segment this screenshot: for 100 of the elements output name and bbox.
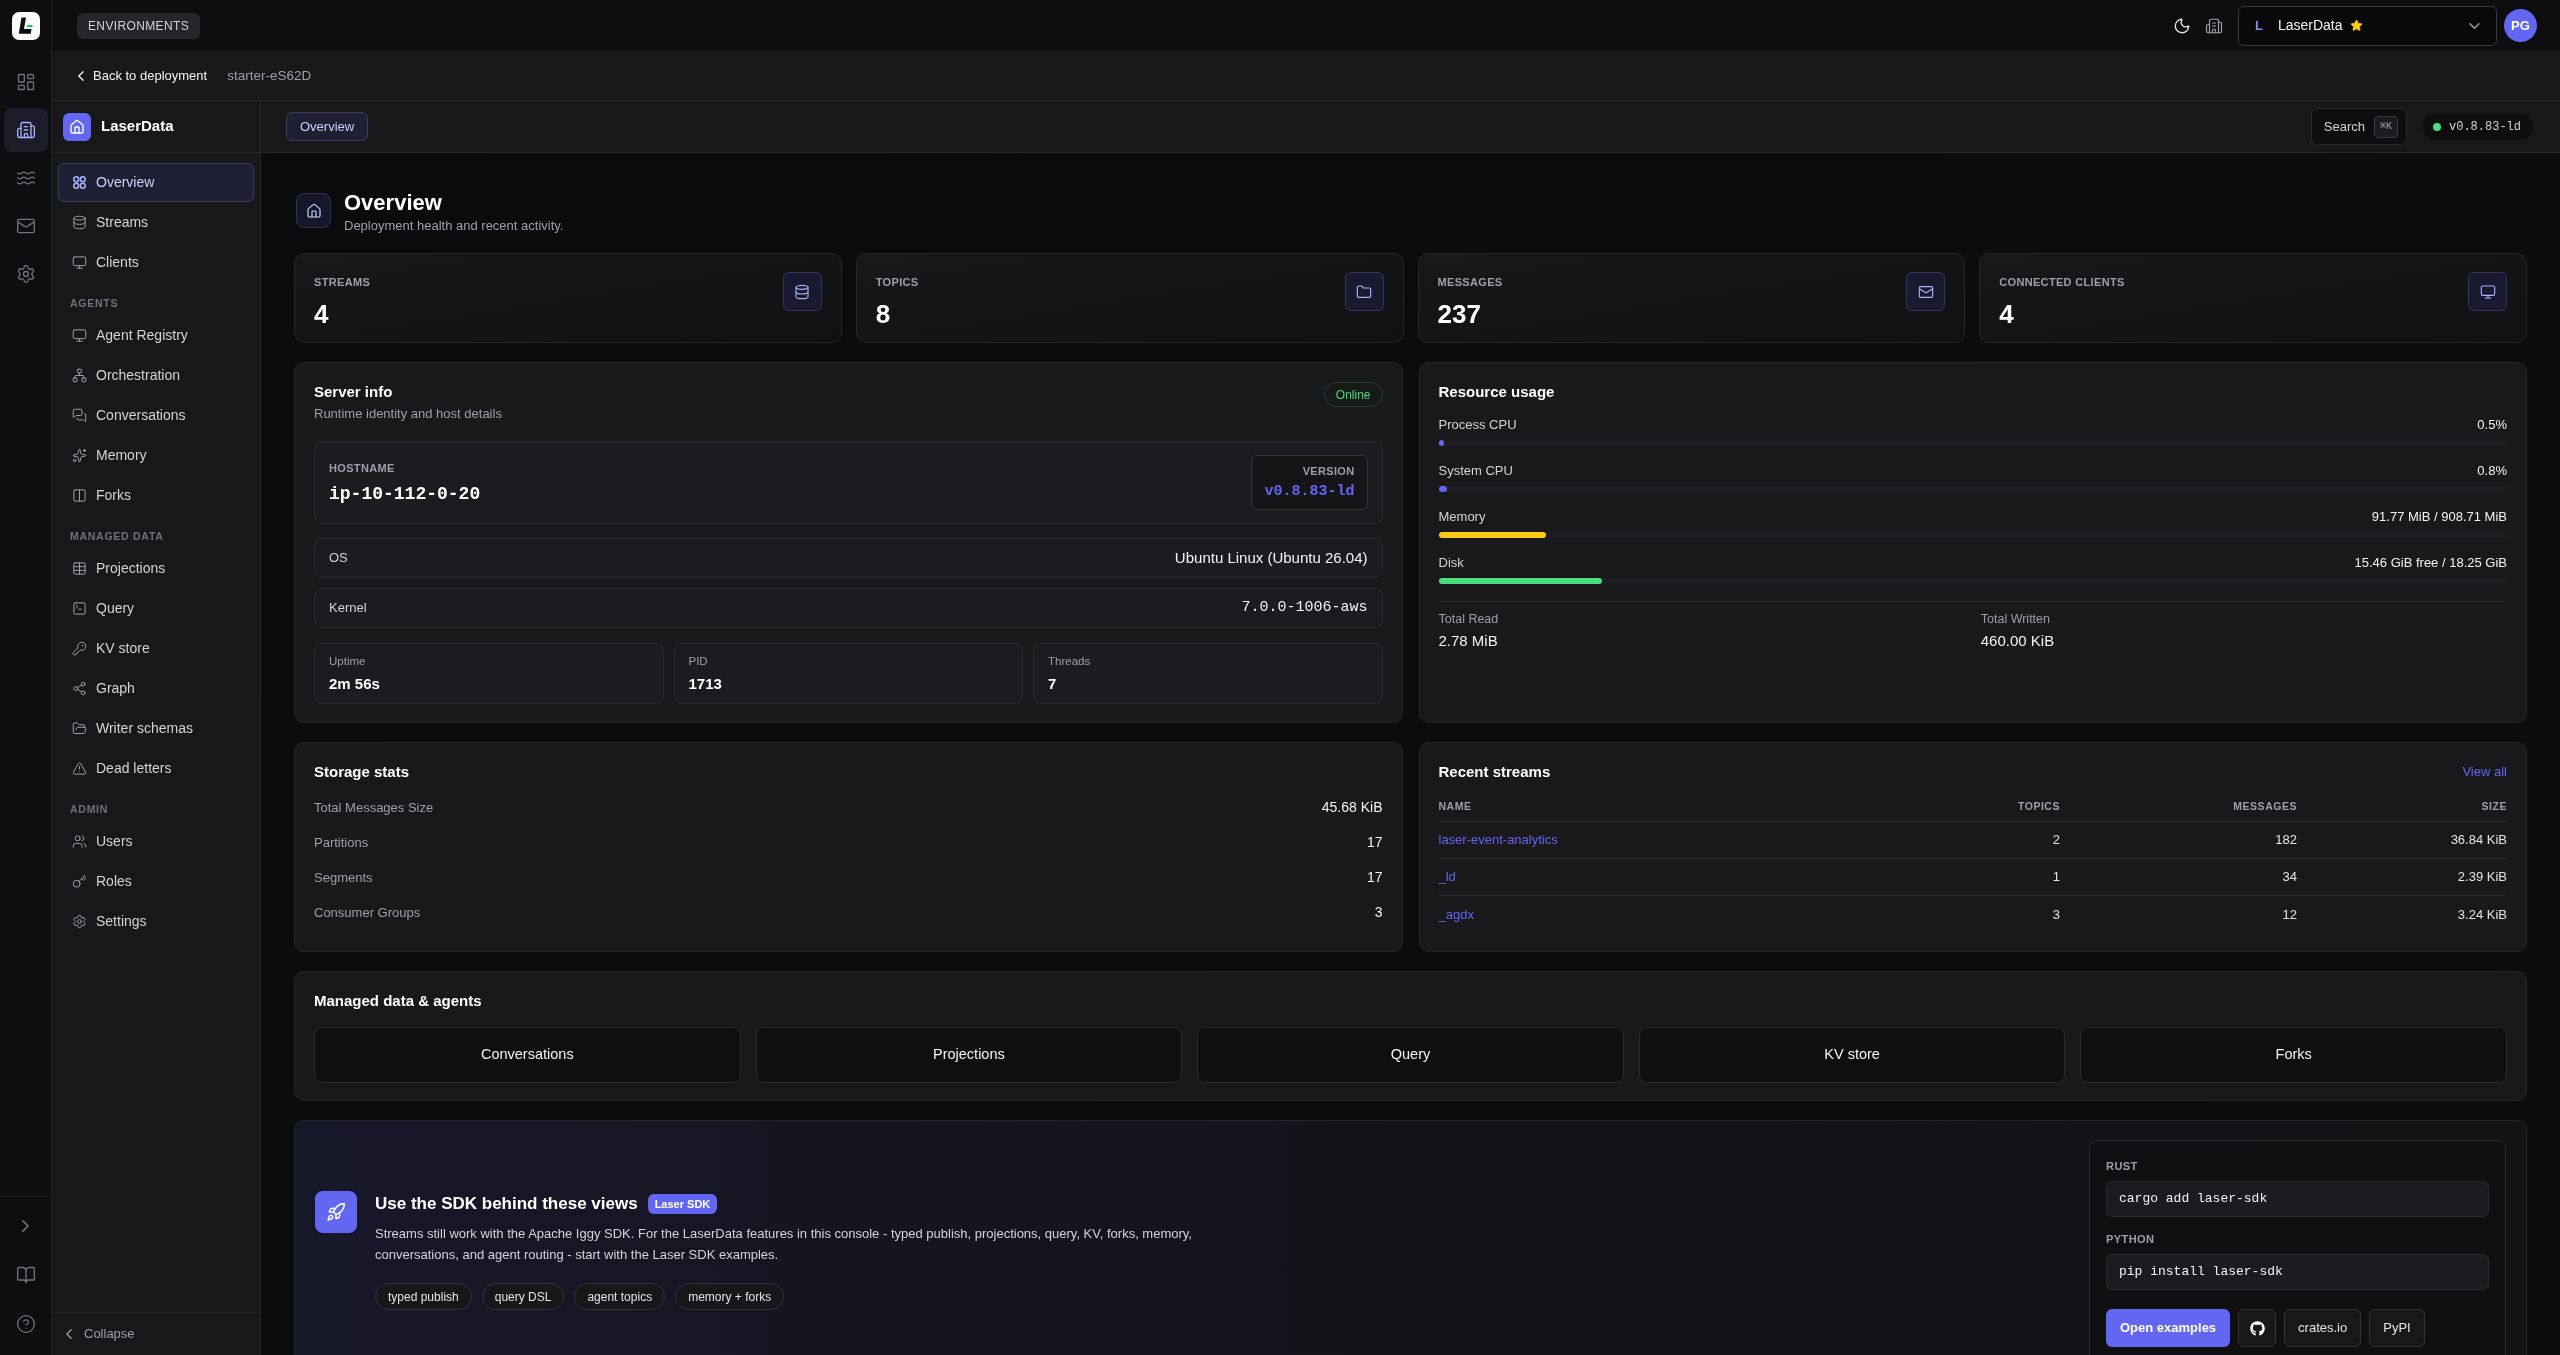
link-button[interactable]: PyPI (2369, 1309, 2425, 1347)
meter-label: Disk (1438, 554, 1464, 573)
stream-link[interactable]: _ld (1438, 867, 1456, 887)
total-value: 460.00 KiB (1980, 631, 2055, 651)
sidebar-item[interactable]: Overview (58, 163, 254, 202)
shortcut-tile[interactable]: Projections (755, 1027, 1183, 1083)
sidebar-item[interactable]: Conversations (58, 396, 254, 435)
terminal-icon (72, 601, 87, 616)
meter-reading: 91.77 MiB / 908.71 MiB (2371, 508, 2507, 527)
stat-row-label: Partitions (314, 833, 369, 852)
warning-icon (72, 761, 87, 776)
page-tab[interactable]: Overview (286, 112, 369, 141)
stat-label: MESSAGES (1437, 275, 1503, 289)
link-button[interactable]: crates.io (2284, 1309, 2362, 1347)
stat-row-label: Consumer Groups (314, 903, 421, 922)
chevron-right-icon (22, 1220, 29, 1232)
collapse-button[interactable]: Collapse (66, 1324, 135, 1344)
sidebar-item[interactable]: Agent Registry (58, 316, 254, 355)
hostname-value: ip-10-112-0-20 (329, 482, 481, 505)
meter-reading: 0.8% (2477, 462, 2507, 481)
home-icon (296, 193, 331, 228)
avatar[interactable]: PG (2504, 9, 2537, 42)
section-heading: MANAGED DATA (70, 529, 164, 543)
sidebar-item[interactable]: Users (58, 822, 254, 861)
table-cell-text: 3 (2052, 905, 2060, 924)
mail-icon (1906, 272, 1946, 311)
total-label: Total Written (1980, 611, 2050, 628)
card-title: Managed data & agents (314, 991, 482, 1011)
sdk-title: Use the SDK behind these views (375, 1193, 638, 1215)
row-label: OS (329, 549, 348, 568)
total-label: Total Read (1438, 611, 1499, 628)
logo-icon[interactable] (11, 12, 40, 40)
sidebar-item[interactable]: Settings (58, 902, 254, 941)
column-header: TOPICS (2017, 799, 2060, 815)
home-icon (63, 112, 91, 141)
deployment-name: starter-eS62D (227, 66, 312, 85)
rail-button[interactable] (3, 108, 48, 152)
sidebar-item[interactable]: Forks (58, 476, 254, 515)
stat-row-value: 17 (1366, 833, 1383, 852)
users-icon (72, 834, 87, 849)
sidebar-item[interactable]: Memory (58, 436, 254, 475)
shortcut-tile[interactable]: Forks (2080, 1027, 2507, 1083)
building-icon (15, 120, 36, 140)
view-all-link[interactable]: View all (2462, 762, 2507, 782)
table-cell-text: 2.39 KiB (2457, 868, 2507, 887)
table-cell-text: 2 (2052, 831, 2060, 850)
sidebar-item[interactable]: Streams (58, 203, 254, 242)
settings-icon (15, 264, 36, 284)
table-icon (72, 561, 87, 576)
sidebar-item[interactable]: Dead letters (58, 749, 254, 788)
back-link[interactable]: Back to deployment (78, 66, 208, 86)
sidebar-item[interactable]: Orchestration (58, 356, 254, 395)
shortcut-tile[interactable]: Conversations (314, 1027, 741, 1083)
card-subtitle: Runtime identity and host details (314, 405, 502, 423)
sidebar-item[interactable]: Roles (58, 862, 254, 901)
sidebar-item[interactable]: Projections (58, 549, 254, 588)
environments-button[interactable]: ENVIRONMENTS (77, 12, 200, 39)
feature-tag: memory + forks (675, 1283, 785, 1310)
metric-value: 7 (1048, 674, 1057, 694)
section-heading: AGENTS (70, 296, 119, 310)
sidebar-item[interactable]: Writer schemas (58, 709, 254, 748)
search-button[interactable]: Search ⌘K (2310, 108, 2407, 145)
metric-label: PID (688, 654, 708, 669)
database-icon (782, 272, 822, 311)
sidebar-title: LaserData (101, 116, 174, 137)
field-label: VERSION (1302, 464, 1355, 478)
sidebar-item[interactable]: KV store (58, 629, 254, 668)
install-label: RUST (2106, 1159, 2138, 1173)
page-subtitle: Deployment health and recent activity. (344, 217, 564, 234)
monitor-icon (72, 328, 87, 343)
github-button[interactable] (2238, 1309, 2277, 1347)
dashboard-icon (15, 72, 36, 92)
meter-label: Process CPU (1438, 416, 1517, 435)
key-icon (72, 874, 87, 889)
shortcut-tile[interactable]: KV store (1638, 1027, 2066, 1083)
row-label: Kernel (329, 599, 367, 618)
folder-icon (72, 721, 87, 736)
sidebar-item[interactable]: Query (58, 589, 254, 628)
stat-row-value: 45.68 KiB (1321, 798, 1383, 817)
metric-label: Uptime (329, 654, 366, 669)
settings-icon (72, 914, 87, 929)
sidebar-item[interactable]: Clients (58, 243, 254, 282)
stat-value: 4 (1999, 299, 2015, 329)
stream-link[interactable]: laser-event-analytics (1438, 830, 1558, 850)
metric-value: 1713 (688, 674, 722, 694)
feature-tag: typed publish (375, 1283, 472, 1310)
open-examples-button[interactable]: Open examples (2106, 1309, 2231, 1347)
card-title: Resource usage (1438, 382, 1555, 402)
sidebar-item[interactable]: Graph (58, 669, 254, 708)
stat-row-value: 17 (1366, 868, 1383, 887)
chat-bubbles-icon (72, 408, 87, 423)
database-icon (72, 215, 87, 230)
org-selector[interactable]: L LaserData (2238, 5, 2497, 46)
chevron-left-icon (66, 1329, 72, 1339)
sdk-badge: Laser SDK (647, 1194, 718, 1214)
stream-link[interactable]: _agdx (1438, 904, 1474, 925)
shortcut-tile[interactable]: Query (1197, 1027, 1624, 1083)
table-cell-text: 36.84 KiB (2450, 831, 2507, 850)
monitor-icon (2468, 272, 2507, 311)
page-title: Overview (344, 190, 442, 216)
